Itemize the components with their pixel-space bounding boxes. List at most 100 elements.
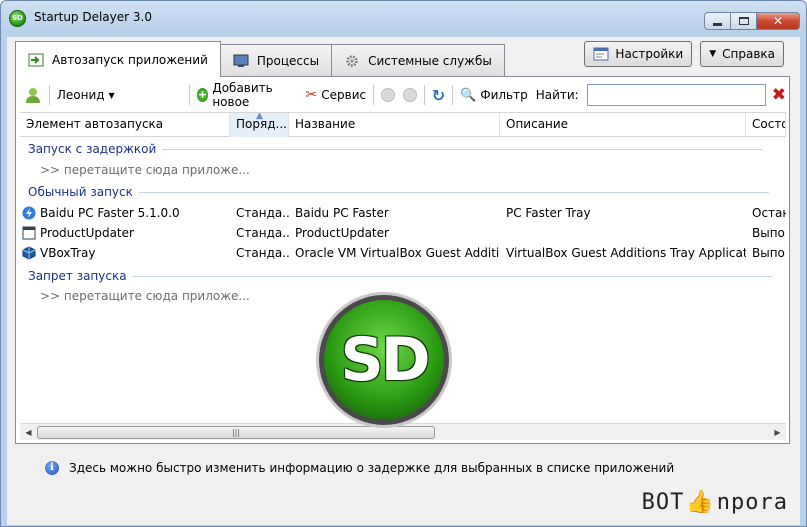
- row-order: Станда...: [236, 226, 289, 240]
- virtualbox-icon: [22, 246, 36, 260]
- row-description: VirtualBox Guest Additions Tray Applicat…: [506, 246, 746, 260]
- play-button[interactable]: [377, 83, 399, 107]
- refresh-icon: ↻: [431, 85, 446, 105]
- tab-autostart-label: Автозапуск приложений: [52, 52, 208, 67]
- row-state: Выпо...: [752, 226, 786, 240]
- clear-search-icon[interactable]: ✖: [772, 85, 786, 105]
- close-icon: ✕: [772, 14, 784, 28]
- row-title: ProductUpdater: [295, 226, 389, 240]
- group-divider: [138, 191, 769, 193]
- group-divider: [132, 275, 773, 277]
- sd-logo-text: SD: [340, 325, 430, 395]
- scroll-left-icon[interactable]: ◀: [20, 424, 37, 441]
- updater-icon: [22, 226, 36, 240]
- info-icon: i: [45, 461, 59, 475]
- toolbar-separator: [452, 85, 454, 105]
- toolbar-separator: [373, 85, 374, 105]
- services-gear-icon: [346, 55, 358, 67]
- toolbar-separator: [49, 85, 50, 105]
- minimize-icon: [713, 22, 722, 26]
- tab-services[interactable]: Системные службы: [331, 44, 505, 77]
- stop-button[interactable]: [399, 83, 421, 107]
- user-icon: [26, 88, 40, 103]
- watermark-right: npora: [716, 490, 788, 515]
- filter-button[interactable]: 🔍 Фильтр: [456, 83, 532, 107]
- column-header-order[interactable]: ▲ Поряд...: [230, 113, 289, 137]
- user-dropdown[interactable]: Леонид ▼: [53, 83, 119, 107]
- tab-autostart[interactable]: Автозапуск приложений: [15, 41, 221, 77]
- drop-hint-delayed: >> перетащите сюда приложе...: [40, 163, 250, 177]
- maximize-icon: [738, 17, 749, 25]
- app-window: SD Startup Delayer 3.0 ✕ Автозапуск прил…: [0, 0, 807, 527]
- table-row[interactable]: Baidu PC Faster 5.1.0.0 Станда... Baidu …: [20, 203, 786, 223]
- group-delayed[interactable]: Запуск с задержкой: [28, 140, 763, 158]
- user-name: Леонид: [56, 88, 105, 102]
- tools-icon: ✂: [305, 87, 318, 103]
- table-row[interactable]: ProductUpdater Станда... ProductUpdater …: [20, 223, 786, 243]
- toolbar-separator: [188, 85, 190, 105]
- add-new-label: Добавить новое: [212, 81, 273, 109]
- scroll-thumb[interactable]: |||: [37, 426, 435, 439]
- row-state: Остан...: [752, 206, 786, 220]
- drop-hint-disabled: >> перетащите сюда приложе...: [40, 289, 250, 303]
- toolbar-separator: [423, 85, 425, 105]
- help-button[interactable]: ▼ Справка: [700, 41, 784, 67]
- window-controls: ✕: [704, 12, 800, 30]
- row-order: Станда...: [236, 206, 289, 220]
- row-order: Станда...: [236, 246, 289, 260]
- sort-up-icon: ▲: [256, 113, 263, 121]
- group-normal[interactable]: Обычный запуск: [28, 183, 769, 201]
- window-title: Startup Delayer 3.0: [34, 10, 152, 24]
- app-logo-icon: SD: [9, 10, 26, 27]
- service-label: Сервис: [321, 88, 367, 102]
- group-disabled[interactable]: Запрет запуска: [28, 267, 773, 285]
- column-header-name[interactable]: Название: [289, 113, 500, 137]
- row-title: Oracle VM VirtualBox Guest Additions: [295, 246, 500, 260]
- play-icon: [380, 88, 395, 102]
- filter-label: Фильтр: [480, 88, 528, 102]
- row-item-name: ProductUpdater: [40, 225, 134, 240]
- help-label: Справка: [722, 47, 775, 61]
- refresh-button[interactable]: ↻: [428, 83, 449, 107]
- tab-processes-label: Процессы: [256, 54, 320, 68]
- add-new-button[interactable]: + Добавить новое: [193, 81, 302, 109]
- tab-services-label: Системные службы: [368, 54, 492, 68]
- close-button[interactable]: ✕: [756, 12, 800, 30]
- row-item-name: Baidu PC Faster 5.1.0.0: [40, 205, 180, 220]
- info-bar: i Здесь можно быстро изменить информацию…: [45, 461, 674, 475]
- user-icon-button[interactable]: [20, 83, 46, 107]
- add-icon: +: [196, 88, 209, 102]
- table-row[interactable]: VBoxTray Станда... Oracle VM VirtualBox …: [20, 243, 786, 263]
- settings-button[interactable]: Настройки: [584, 41, 693, 67]
- settings-window-icon: [593, 47, 609, 61]
- toolbar: Леонид ▼ + Добавить новое ✂ Сервис ↻ 🔍 Ф…: [20, 81, 786, 109]
- row-item-name: VBoxTray: [40, 245, 96, 260]
- thumbs-up-icon: 👍: [686, 490, 715, 515]
- horizontal-scrollbar[interactable]: ◀ ||| ▶: [20, 423, 786, 440]
- chevron-down-icon: ▼: [108, 90, 115, 100]
- tab-processes[interactable]: Процессы: [219, 44, 333, 77]
- processes-icon: [233, 54, 249, 67]
- column-header: Элемент автозапуска ▲ Поряд... Название …: [20, 113, 786, 137]
- group-disabled-label: Запрет запуска: [28, 269, 127, 283]
- scroll-right-icon[interactable]: ▶: [769, 424, 786, 441]
- find-input[interactable]: [586, 84, 766, 106]
- row-title: Baidu PC Faster: [295, 206, 389, 220]
- watermark: BOT 👍 npora: [642, 490, 788, 515]
- info-text: Здесь можно быстро изменить информацию о…: [69, 461, 675, 475]
- find-label: Найти:: [535, 88, 579, 102]
- client-area: Автозапуск приложений Процессы Системные…: [7, 37, 800, 525]
- find-label-wrap: Найти:: [532, 83, 583, 107]
- sd-logo: SD: [319, 295, 449, 425]
- dropdown-arrow-icon: ▼: [709, 49, 717, 59]
- row-state: Выпо...: [752, 246, 786, 260]
- column-header-state[interactable]: Состо...: [746, 113, 786, 137]
- group-normal-label: Обычный запуск: [28, 185, 133, 199]
- column-header-item[interactable]: Элемент автозапуска: [20, 113, 230, 137]
- column-header-description[interactable]: Описание: [500, 113, 746, 137]
- title-bar[interactable]: SD Startup Delayer 3.0 ✕: [1, 1, 806, 35]
- minimize-button[interactable]: [704, 12, 730, 30]
- service-button[interactable]: ✂ Сервис: [302, 83, 371, 107]
- baidu-icon: [22, 206, 36, 220]
- maximize-button[interactable]: [730, 12, 756, 30]
